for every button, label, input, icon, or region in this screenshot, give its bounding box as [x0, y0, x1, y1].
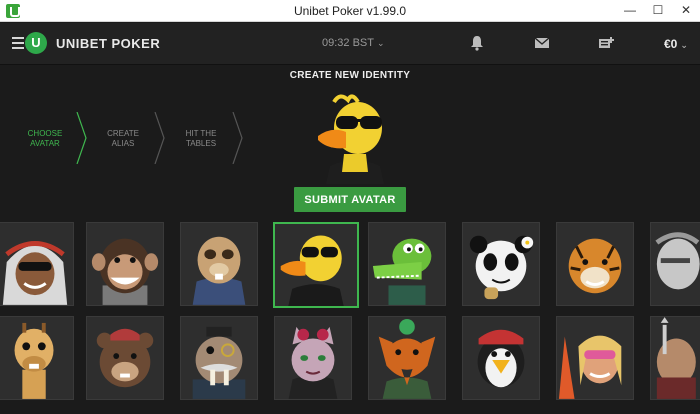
brand-logo-icon[interactable]: U	[25, 32, 47, 54]
panda-avatar-icon	[469, 235, 534, 300]
avatar-tile-chimpanzee[interactable]	[86, 222, 164, 306]
avatar-tile-crocodile[interactable]	[368, 222, 446, 306]
chimpanzee-avatar-icon	[91, 238, 159, 305]
avatar-tile-cat[interactable]	[274, 316, 352, 400]
meerkat-avatar-icon	[192, 236, 246, 305]
brand-name[interactable]: UNIBET POKER	[56, 36, 160, 51]
avatar-tile-giraffe[interactable]	[0, 316, 74, 400]
step-create-alias: CREATE ALIAS	[92, 112, 165, 164]
tiger-avatar-icon	[568, 238, 622, 294]
avatar-tile-panda[interactable]	[462, 222, 540, 306]
submit-avatar-button[interactable]: SUBMIT AVATAR	[294, 187, 406, 212]
close-button[interactable]: ✕	[672, 0, 700, 22]
avatar-tile-bear[interactable]	[86, 316, 164, 400]
avatar-tile-walrus[interactable]	[180, 316, 258, 400]
avatar-tile-duck[interactable]	[273, 222, 359, 308]
step-arrow-icon	[232, 112, 243, 164]
clock-dropdown[interactable]: 09:32 BST ⌄	[322, 37, 385, 49]
fox-avatar-icon	[378, 319, 436, 399]
knight-avatar-icon	[655, 232, 700, 290]
app-header: U UNIBET POKER 09:32 BST ⌄ €0 ⌄	[0, 23, 700, 65]
clock-time: 09:32 BST	[322, 37, 374, 49]
avatar-tile-penguin[interactable]	[462, 316, 540, 400]
avatar-tile-warrior[interactable]	[650, 316, 700, 400]
balance-dropdown[interactable]: €0 ⌄	[664, 37, 688, 51]
avatar-tile-fox[interactable]	[368, 316, 446, 400]
avatar-tile-sheikh[interactable]	[0, 222, 74, 306]
avatar-tile-surfer[interactable]	[556, 316, 634, 400]
cashier-icon[interactable]	[597, 35, 615, 51]
step-arrow-icon	[154, 112, 165, 164]
avatar-grid	[0, 220, 700, 414]
sheikh-avatar-icon	[2, 241, 68, 305]
bell-icon[interactable]	[468, 35, 486, 51]
mail-icon[interactable]	[533, 35, 551, 51]
avatar-tile-tiger[interactable]	[556, 222, 634, 306]
step-arrow-icon	[76, 112, 87, 164]
maximize-button[interactable]: ☐	[644, 0, 672, 22]
step-hit-the-tables: HIT THE TABLES	[170, 112, 243, 164]
bear-avatar-icon	[96, 328, 154, 388]
chevron-down-icon: ⌄	[376, 38, 385, 48]
window-title: Unibet Poker v1.99.0	[293, 4, 407, 18]
walrus-avatar-icon	[192, 326, 246, 399]
warrior-avatar-icon	[656, 317, 696, 399]
avatar-tile-knight[interactable]	[650, 222, 700, 306]
cat-avatar-icon	[288, 326, 338, 399]
menu-icon[interactable]	[12, 37, 24, 49]
surfer-avatar-icon	[558, 335, 622, 399]
giraffe-avatar-icon	[14, 322, 54, 399]
window-title-bar: Unibet Poker v1.99.0 — ☐ ✕	[0, 0, 700, 22]
chevron-down-icon: ⌄	[680, 40, 688, 50]
avatar-tile-meerkat[interactable]	[180, 222, 258, 306]
duck-avatar-icon	[280, 235, 344, 306]
penguin-avatar-icon	[477, 329, 525, 388]
crocodile-avatar-icon	[372, 238, 432, 305]
step-choose-avatar: CHOOSE AVATAR	[14, 112, 87, 164]
minimize-button[interactable]: —	[616, 0, 644, 22]
selected-avatar-preview	[318, 94, 384, 184]
page-title: CREATE NEW IDENTITY	[289, 70, 411, 81]
balance-amount: €0	[664, 37, 678, 51]
progress-steps: CHOOSE AVATAR CREATE ALIAS HIT THE TABLES	[0, 112, 260, 164]
